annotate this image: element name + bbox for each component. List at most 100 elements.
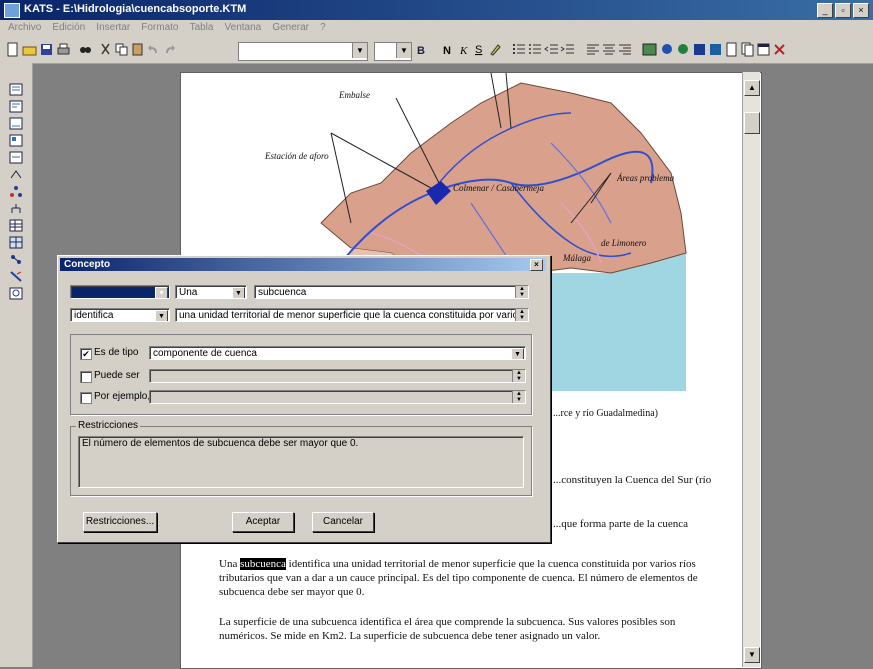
window-title: KATS - E:\Hidrologia\cuencabsoporte.KTM: [24, 3, 247, 15]
es-de-tipo-checkbox[interactable]: ✔: [80, 348, 92, 360]
quantifier-combo[interactable]: ▼: [70, 285, 170, 299]
relation-icon[interactable]: [676, 42, 691, 57]
combo-value: identifica: [74, 310, 114, 321]
chevron-down-icon[interactable]: ▼: [352, 43, 367, 58]
menu-ayuda[interactable]: ?: [320, 22, 326, 33]
vertical-scrollbar[interactable]: ▲ ▼: [742, 72, 760, 667]
window-icon[interactable]: [756, 42, 771, 57]
paragraph-subcuenca: Una subcuenca identifica una unidad terr…: [219, 557, 719, 599]
tree-tool-icon[interactable]: [9, 185, 23, 198]
restricciones-button[interactable]: Restricciones...: [83, 512, 157, 532]
increase-indent-icon[interactable]: [560, 42, 575, 57]
definition-field[interactable]: una unidad territorial de menor superfic…: [175, 308, 529, 322]
open-folder-icon[interactable]: [22, 42, 37, 57]
paragraph-icon[interactable]: B: [414, 42, 429, 57]
instance-tool-icon[interactable]: [9, 151, 23, 164]
attribute-icon[interactable]: [692, 42, 707, 57]
menu-insertar[interactable]: Insertar: [96, 22, 130, 33]
menu-archivo[interactable]: Archivo: [8, 22, 41, 33]
es-de-tipo-label: Es de tipo: [94, 347, 139, 358]
puede-ser-checkbox[interactable]: [80, 371, 92, 383]
chevron-down-icon[interactable]: ▼: [232, 287, 245, 298]
hierarchy-tool-icon[interactable]: [9, 202, 23, 215]
maximize-icon[interactable]: ▫: [835, 3, 851, 18]
grid-tool-icon[interactable]: [9, 236, 23, 249]
spinner-icon[interactable]: ▲ ▼: [515, 286, 528, 298]
style-combo[interactable]: ▼: [238, 42, 368, 61]
concepto-dialog: Concepto × ▼ Una ▼ subcuenca ▲ ▼ identifi…: [57, 255, 551, 543]
svg-text:S: S: [475, 44, 482, 56]
bullet-list-icon[interactable]: [528, 42, 543, 57]
scroll-down-icon[interactable]: ▼: [744, 647, 760, 663]
menu-generar[interactable]: Generar: [272, 22, 309, 33]
numbered-list-icon[interactable]: [512, 42, 527, 57]
chevron-down-icon[interactable]: ▼: [396, 43, 411, 58]
undo-icon[interactable]: [146, 42, 161, 57]
spinner-icon[interactable]: ▲ ▼: [512, 391, 525, 403]
relation-tool-icon[interactable]: [9, 117, 23, 130]
table-tool-icon[interactable]: [9, 219, 23, 232]
exit-icon[interactable]: [772, 42, 787, 57]
menu-tabla[interactable]: Tabla: [190, 22, 214, 33]
chevron-down-icon[interactable]: ▼: [155, 310, 168, 321]
value-icon[interactable]: [708, 42, 723, 57]
por-ejemplo-field[interactable]: ▲ ▼: [149, 390, 526, 404]
find-icon[interactable]: [78, 42, 93, 57]
bold-icon[interactable]: N: [440, 42, 455, 57]
dialog-titlebar: Concepto ×: [60, 258, 546, 271]
align-center-icon[interactable]: [602, 42, 617, 57]
redo-icon[interactable]: [162, 42, 177, 57]
puede-ser-field[interactable]: ▲ ▼: [149, 369, 526, 383]
delete-link-tool-icon[interactable]: [9, 270, 23, 283]
figure-caption: ...rce y río Guadalmedina): [553, 408, 658, 419]
relation-combo[interactable]: identifica ▼: [70, 308, 170, 322]
decrease-indent-icon[interactable]: [544, 42, 559, 57]
italic-icon[interactable]: K: [456, 42, 471, 57]
page-icon[interactable]: [724, 42, 739, 57]
article-combo[interactable]: Una ▼: [175, 285, 247, 299]
chevron-down-icon[interactable]: ▼: [511, 348, 524, 359]
spinner-icon[interactable]: ▲ ▼: [512, 370, 525, 382]
text-run: Una: [219, 558, 238, 570]
concept-tool-icon[interactable]: [9, 83, 23, 96]
highlight-icon[interactable]: [488, 42, 503, 57]
new-document-icon[interactable]: [5, 42, 20, 57]
selected-text[interactable]: subcuenca: [240, 558, 286, 570]
attribute-tool-icon[interactable]: [9, 100, 23, 113]
copy-icon[interactable]: [114, 42, 129, 57]
combo-value: Una: [179, 287, 198, 298]
es-de-tipo-field[interactable]: componente de cuenca ▼: [149, 346, 526, 360]
chevron-down-icon[interactable]: ▼: [155, 287, 168, 298]
menu-edicion[interactable]: Edición: [52, 22, 85, 33]
spinner-icon[interactable]: ▲ ▼: [515, 309, 528, 321]
link-tool-icon[interactable]: [9, 168, 23, 181]
scroll-thumb[interactable]: [744, 112, 760, 134]
cut-icon[interactable]: [98, 42, 113, 57]
underline-icon[interactable]: S: [472, 42, 487, 57]
field-value: una unidad territorial de menor superfic…: [179, 310, 529, 321]
network-tool-icon[interactable]: [9, 253, 23, 266]
aceptar-button[interactable]: Aceptar: [232, 512, 294, 532]
restricciones-textarea[interactable]: El número de elementos de subcuenca debe…: [78, 436, 524, 488]
cancelar-button[interactable]: Cancelar: [312, 512, 374, 532]
insert-image-icon[interactable]: [642, 42, 657, 57]
save-icon[interactable]: [39, 42, 54, 57]
close-icon[interactable]: ×: [530, 259, 543, 271]
value-tool-icon[interactable]: [9, 134, 23, 147]
close-icon[interactable]: ×: [853, 3, 869, 18]
print-icon[interactable]: [56, 42, 71, 57]
menu-formato[interactable]: Formato: [141, 22, 178, 33]
inspect-tool-icon[interactable]: [9, 287, 23, 300]
minimize-icon[interactable]: _: [817, 3, 833, 18]
paste-icon[interactable]: [130, 42, 145, 57]
font-size-combo[interactable]: ▼: [374, 42, 412, 61]
align-left-icon[interactable]: [586, 42, 601, 57]
pages-icon[interactable]: [740, 42, 755, 57]
app-icon: [4, 3, 20, 18]
por-ejemplo-checkbox[interactable]: [80, 392, 92, 404]
align-right-icon[interactable]: [618, 42, 633, 57]
menu-ventana[interactable]: Ventana: [225, 22, 262, 33]
concept-icon[interactable]: [660, 42, 675, 57]
scroll-up-icon[interactable]: ▲: [744, 80, 760, 96]
concept-name-field[interactable]: subcuenca ▲ ▼: [254, 285, 529, 299]
